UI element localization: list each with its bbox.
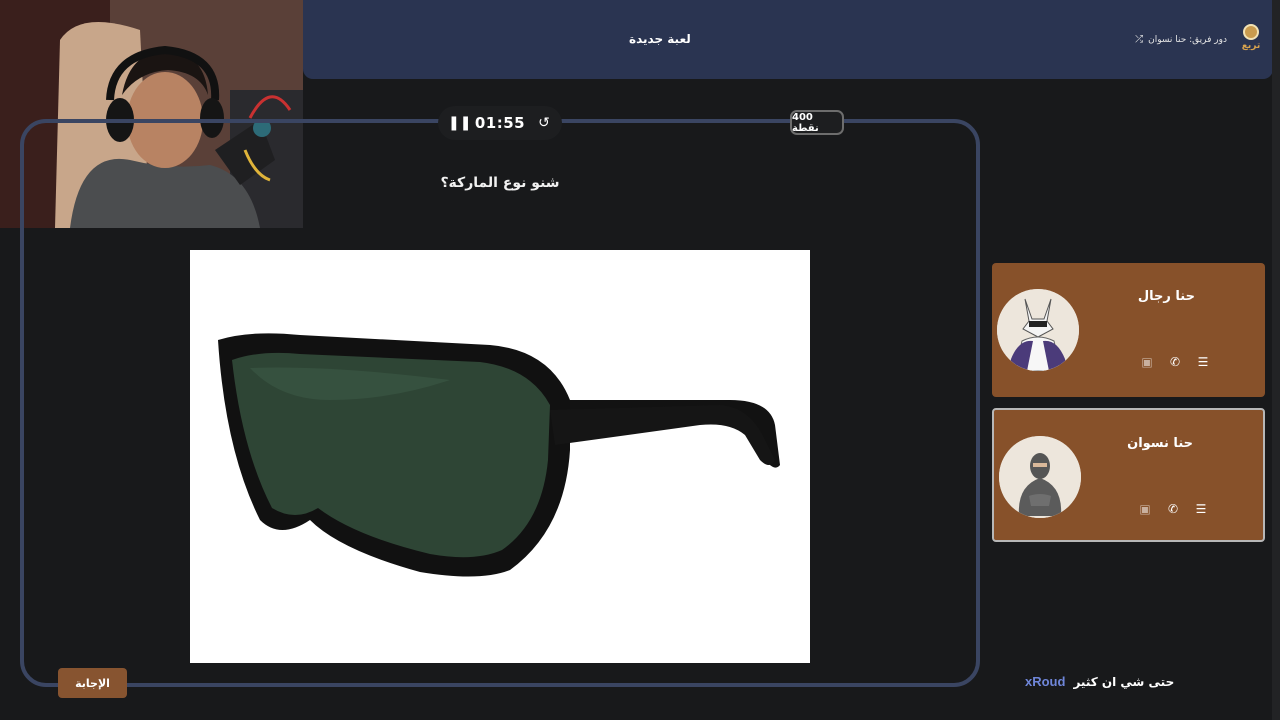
phone-icon[interactable]: ✆ <box>1168 355 1182 369</box>
header-bar: لعبة جديدة ⤮ دور فريق: حنا نسوان تريع <box>303 0 1273 79</box>
team-actions: ▣ ✆ ☰ <box>1140 355 1210 369</box>
chat-message: xRoud حتى شي ان كثير <box>1025 674 1174 689</box>
chat-username: xRoud <box>1025 674 1066 689</box>
team-avatar <box>999 436 1081 518</box>
phone-icon[interactable]: ✆ <box>1166 502 1180 516</box>
question-text: شنو نوع الماركة؟ <box>440 175 560 191</box>
reset-icon[interactable]: ↺ <box>536 115 552 131</box>
team-card-men: حنا رجال ▣ ✆ ☰ <box>992 263 1265 397</box>
logo-text: تريع <box>1241 41 1261 51</box>
pause-icon[interactable]: ❚❚ <box>448 115 471 131</box>
list-icon[interactable]: ☰ <box>1196 355 1210 369</box>
team-actions: ▣ ✆ ☰ <box>1138 502 1208 516</box>
team-turn-label: دور فريق: حنا نسوان <box>1148 34 1227 45</box>
team-name: حنا رجال <box>1137 289 1195 304</box>
team-avatar-illustration <box>997 289 1079 371</box>
question-timer: ❚❚ 01:55 ↺ <box>438 106 562 140</box>
list-icon[interactable]: ☰ <box>1194 502 1208 516</box>
points-badge: 400 نقطة <box>790 110 844 135</box>
timer-display: 01:55 <box>474 114 526 132</box>
card-icon[interactable]: ▣ <box>1140 355 1154 369</box>
card-icon[interactable]: ▣ <box>1138 502 1152 516</box>
answer-button[interactable]: الإجابة <box>58 668 127 698</box>
scrollbar[interactable] <box>1272 0 1280 720</box>
shuffle-icon: ⤮ <box>1135 34 1144 45</box>
team-name: حنا نسوان <box>1127 436 1193 451</box>
new-game-button[interactable]: لعبة جديدة <box>629 32 691 46</box>
team-card-women: حنا نسوان ▣ ✆ ☰ <box>992 408 1265 542</box>
team-turn-indicator: ⤮ دور فريق: حنا نسوان <box>1135 34 1227 45</box>
logo-mark-icon <box>1243 24 1259 40</box>
team-avatar-illustration <box>999 436 1081 518</box>
chat-message-text: حتى شي ان كثير <box>1073 674 1175 689</box>
app-logo[interactable]: تريع <box>1239 24 1263 56</box>
question-image <box>190 250 810 663</box>
team-avatar <box>997 289 1079 371</box>
sunglasses-image <box>190 250 810 663</box>
